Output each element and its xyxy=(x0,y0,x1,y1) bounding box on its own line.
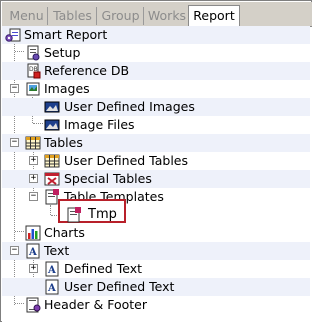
tree-item-images[interactable]: − Images xyxy=(2,80,310,98)
tree-item-label: Setup xyxy=(44,45,81,60)
tree-item-table-templates[interactable]: − Table Templates xyxy=(2,188,310,206)
tree-item-tmp[interactable]: Tmp xyxy=(60,206,124,224)
collapse-toggle[interactable]: − xyxy=(29,192,38,201)
images-folder-icon xyxy=(26,82,40,96)
image-icon xyxy=(44,101,60,113)
tree-item-label: User Defined Images xyxy=(64,99,195,114)
tree-item-tables[interactable]: − Tables xyxy=(2,134,310,152)
tree-item-label: User Defined Tables xyxy=(64,153,189,168)
tab-menu[interactable]: Menu xyxy=(6,7,48,25)
expand-toggle[interactable]: + xyxy=(29,264,38,273)
tree-item-image-files[interactable]: Image Files xyxy=(2,116,310,134)
tree-item-label: Smart Report xyxy=(24,27,108,42)
template-icon xyxy=(67,207,81,223)
collapse-toggle[interactable]: − xyxy=(10,138,19,147)
setup-icon xyxy=(27,45,40,61)
tree-item-label: Image Files xyxy=(64,117,135,132)
tree-item-label: Tmp xyxy=(88,207,117,222)
report-root-icon xyxy=(5,28,21,42)
tree-item-header-footer[interactable]: Header & Footer xyxy=(2,296,310,314)
text-document-icon: A xyxy=(45,261,59,277)
special-table-icon xyxy=(44,172,60,186)
database-icon: DB xyxy=(27,63,41,79)
tree-item-label: Defined Text xyxy=(64,261,142,276)
svg-text:A: A xyxy=(47,283,56,294)
table-grid-icon xyxy=(25,136,41,150)
tree-connector xyxy=(50,205,51,215)
svg-text:A: A xyxy=(47,265,56,276)
tree-item-user-defined-text[interactable]: A User Defined Text xyxy=(2,278,310,296)
tree-item-charts[interactable]: Charts xyxy=(2,224,310,242)
collapse-toggle[interactable]: − xyxy=(10,246,19,255)
report-tree: Smart Report Setup DB Reference DB − Ima… xyxy=(2,26,312,322)
expand-toggle[interactable]: + xyxy=(29,156,38,165)
image-icon xyxy=(44,119,60,131)
svg-text:A: A xyxy=(28,247,37,258)
tab-works[interactable]: Works xyxy=(145,7,189,25)
collapse-toggle[interactable]: − xyxy=(10,84,19,93)
tree-item-label: Charts xyxy=(44,225,85,240)
tree-item-label: Tables xyxy=(44,135,83,150)
tree-item-smart-report[interactable]: Smart Report xyxy=(2,26,310,44)
tree-item-label: Header & Footer xyxy=(44,297,147,312)
tree-item-text[interactable]: − A Text xyxy=(2,242,310,260)
tab-group[interactable]: Group xyxy=(98,7,144,25)
bar-chart-icon xyxy=(25,225,41,241)
tree-item-label: Text xyxy=(44,243,70,258)
tree-item-label: User Defined Text xyxy=(64,279,175,294)
table-grid-icon xyxy=(44,154,60,168)
tab-tables[interactable]: Tables xyxy=(49,7,97,25)
tree-item-user-defined-tables[interactable]: + User Defined Tables xyxy=(2,152,310,170)
tree-item-setup[interactable]: Setup xyxy=(2,44,310,62)
tree-item-label: Special Tables xyxy=(64,171,152,186)
tree-item-label: Images xyxy=(44,81,90,96)
tree-item-label: Reference DB xyxy=(44,63,130,78)
tree-item-user-defined-images[interactable]: User Defined Images xyxy=(2,98,310,116)
smart-report-panel: Menu Tables Group Works Report Smart Rep… xyxy=(0,0,312,322)
tree-item-special-tables[interactable]: + Special Tables xyxy=(2,170,310,188)
tab-report[interactable]: Report xyxy=(188,5,240,27)
tree-item-defined-text[interactable]: + A Defined Text xyxy=(2,260,310,278)
expand-toggle[interactable]: + xyxy=(29,174,38,183)
text-document-icon: A xyxy=(45,279,59,295)
header-footer-icon xyxy=(26,297,41,313)
tree-item-reference-db[interactable]: DB Reference DB xyxy=(2,62,310,80)
tab-bar: Menu Tables Group Works Report xyxy=(2,2,312,27)
text-document-icon: A xyxy=(26,243,40,259)
